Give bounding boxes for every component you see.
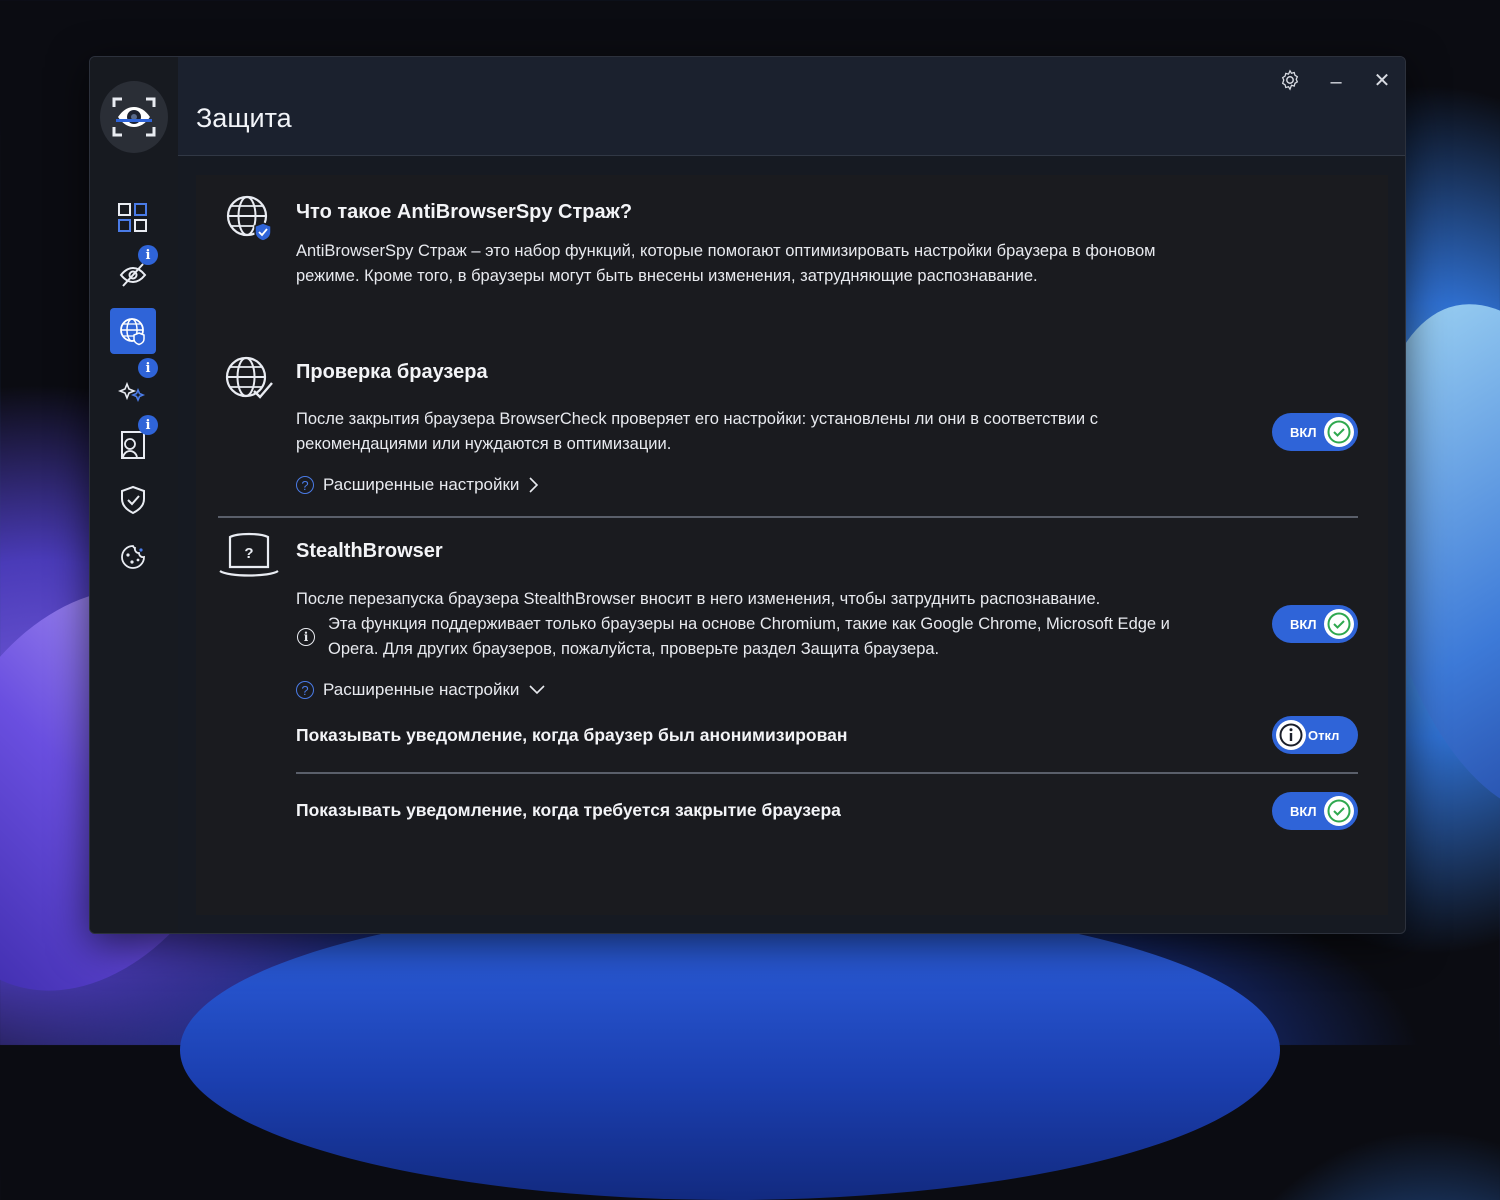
minimize-button[interactable]: –: [1323, 69, 1349, 95]
close-button[interactable]: ✕: [1369, 67, 1395, 93]
help-icon: ?: [296, 476, 314, 494]
stealth-advanced-link[interactable]: ? Расширенные настройки: [296, 680, 546, 700]
svg-text:?: ?: [244, 545, 253, 562]
intro-title: Что такое AntiBrowserSpy Страж?: [296, 201, 633, 223]
check-icon: [1324, 796, 1354, 826]
stealth-text: После перезапуска браузера StealthBrowse…: [296, 590, 1101, 608]
advanced-settings-label: Расширенные настройки: [323, 475, 520, 494]
info-icon: [1276, 720, 1306, 750]
chevron-down-icon: [529, 685, 545, 695]
intro-text-line1: AntiBrowserSpy Страж – это набор функций…: [296, 242, 1156, 260]
stealth-info-line2: Opera. Для других браузеров, пожалуйста,…: [328, 640, 940, 658]
sidebar-item-cookies[interactable]: [110, 534, 156, 580]
toggle-label: ВКЛ: [1290, 803, 1317, 819]
check-icon: [1324, 609, 1354, 639]
sidebar-item-privacy[interactable]: i: [110, 245, 158, 297]
globe-shield-icon: [226, 195, 272, 242]
browser-check-text-line2: рекомендациями или нуждаются в оптимизац…: [296, 435, 672, 453]
browser-check-title: Проверка браузера: [296, 361, 488, 383]
section-divider: [296, 772, 1358, 774]
sidebar-item-protection[interactable]: [110, 308, 156, 354]
browser-check-advanced-link[interactable]: ? Расширенные настройки: [296, 475, 540, 495]
minimize-icon: –: [1330, 70, 1342, 93]
browser-check-text-line1: После закрытия браузера BrowserCheck про…: [296, 410, 1098, 428]
grid-icon: [118, 203, 147, 232]
stealth-info-line1: Эта функция поддерживает только браузеры…: [328, 615, 1170, 633]
sidebar: i i i: [90, 57, 178, 933]
gear-icon: [1281, 69, 1299, 91]
globe-shield-icon: [120, 318, 145, 346]
notify-anon-toggle[interactable]: Откл: [1272, 716, 1358, 754]
cookie-icon: [121, 545, 145, 569]
background-shape: [180, 900, 1280, 1200]
notify-close-toggle[interactable]: ВКЛ: [1272, 792, 1358, 830]
content-panel: Что такое AntiBrowserSpy Страж? AntiBrow…: [196, 175, 1388, 915]
chevron-right-icon: [529, 477, 539, 493]
help-icon: ?: [296, 681, 314, 699]
sidebar-item-security[interactable]: [110, 477, 156, 523]
eye-scan-icon: [112, 97, 156, 137]
toggle-label: ВКЛ: [1290, 616, 1317, 632]
page-title: Защита: [196, 103, 292, 133]
info-icon: i: [297, 628, 315, 646]
notify-close-label: Показывать уведомление, когда требуется …: [296, 800, 841, 820]
stealth-toggle[interactable]: ВКЛ: [1272, 605, 1358, 643]
info-badge: i: [138, 358, 158, 378]
stealth-title: StealthBrowser: [296, 540, 443, 562]
intro-text-line2: режиме. Кроме того, в браузеры могут быт…: [296, 267, 1038, 285]
top-hat-icon: ?: [219, 532, 279, 577]
globe-check-icon: [225, 356, 273, 399]
sidebar-item-dashboard[interactable]: [110, 195, 156, 241]
section-divider: [218, 516, 1358, 518]
toggle-label: ВКЛ: [1290, 424, 1317, 440]
sidebar-item-optimization[interactable]: i: [110, 358, 158, 410]
browser-check-toggle[interactable]: ВКЛ: [1272, 413, 1358, 451]
toggle-label: Откл: [1308, 727, 1340, 743]
notify-anon-label: Показывать уведомление, когда браузер бы…: [296, 725, 848, 745]
title-bar: Защита – ✕: [178, 57, 1405, 156]
app-window: i i i Защита – ✕ Что такое AntiBrowserSp…: [89, 56, 1406, 934]
close-icon: ✕: [1373, 69, 1391, 92]
app-logo: [100, 81, 168, 153]
settings-button[interactable]: [1277, 67, 1303, 93]
sidebar-item-identity[interactable]: i: [110, 415, 158, 467]
advanced-settings-label: Расширенные настройки: [323, 680, 520, 699]
info-badge: i: [138, 415, 158, 435]
shield-check-icon: [121, 485, 145, 515]
check-icon: [1324, 417, 1354, 447]
info-badge: i: [138, 245, 158, 265]
